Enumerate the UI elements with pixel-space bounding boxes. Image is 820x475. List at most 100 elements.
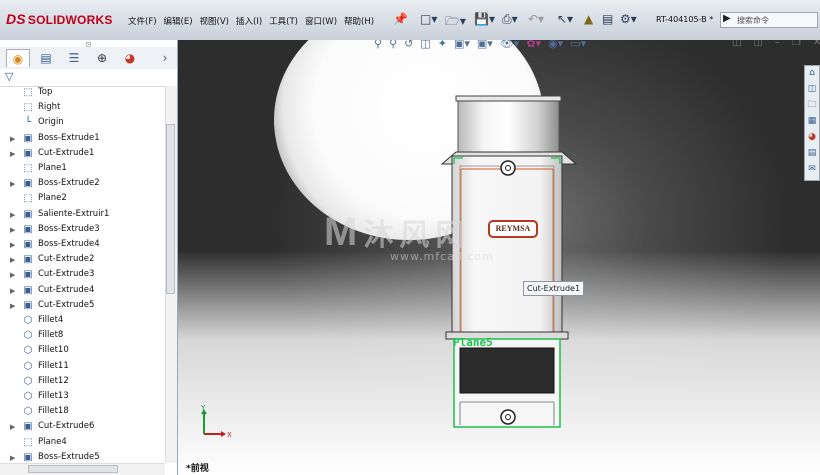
tree-item[interactable]: ▶ ▣ Boss-Extrude5 (0, 451, 165, 463)
watermark-main: 沐风网 (363, 218, 472, 253)
top-cylinder[interactable] (457, 97, 560, 155)
menu-file[interactable]: 文件(F) (128, 15, 157, 29)
plane-icon: ⬚ (23, 193, 33, 205)
chevron-right-icon[interactable]: › (158, 49, 172, 67)
tree-horizontal-scroll-thumb[interactable] (28, 465, 118, 473)
select-arrow-icon[interactable]: ↖▾ (557, 12, 573, 28)
traffic-light-icon[interactable]: ▲ (584, 12, 593, 28)
menu-help[interactable]: 帮助(H) (344, 15, 374, 29)
ds-logo-mark: DS (6, 11, 26, 27)
tab-dimxpert-manager[interactable]: ⊕ (90, 49, 114, 67)
feature-tree: ⬚ Top ⬚ Right └ Origin ▶ ▣ Boss-Extrude1 ▶ ▣ Cut-Ex… (0, 86, 165, 463)
tab-display-manager[interactable]: ◕ (118, 49, 142, 67)
tree-item[interactable]: ⬡ Fillet12 (0, 375, 165, 390)
fillet-icon: ⬡ (23, 345, 33, 357)
expand-arrow-icon[interactable]: ▶ (10, 302, 15, 310)
options-gear-icon[interactable]: ⚙▾ (620, 12, 637, 28)
search-commands-box[interactable]: ▶ 搜索命令 (720, 12, 818, 28)
dark-window[interactable] (459, 347, 555, 394)
fillet-icon: ⬡ (23, 375, 33, 387)
graphics-area[interactable]: ⚲ ⚲ ↺ ◫ ✦ ▣▾ ▣▾ 👁▾ ✿▾ ◉▾ ▭▾ ◫ ◫ – ❐ ✕ ⌂ … (178, 40, 820, 475)
fillet-icon: ⬡ (23, 406, 33, 418)
tree-item[interactable]: ⬡ Fillet11 (0, 360, 165, 375)
origin-icon: └ (24, 117, 32, 129)
tree-item-label: Fillet12 (38, 375, 69, 386)
tree-item[interactable]: ▶ ▣ Saliente-Extruir1 (0, 208, 165, 223)
expand-arrow-icon[interactable]: ▶ (10, 256, 15, 264)
watermark-url: www.mfcad.com (390, 250, 494, 263)
tree-item[interactable]: ⬚ Plane2 (0, 192, 165, 207)
tree-item-label: Fillet8 (38, 330, 64, 341)
expand-arrow-icon[interactable]: ▶ (10, 211, 15, 219)
tree-item[interactable]: ▶ ▣ Boss-Extrude2 (0, 177, 165, 192)
file-properties-icon[interactable]: ▤ (602, 12, 613, 28)
tree-item-label: Plane2 (38, 193, 67, 204)
feature-tooltip: Cut-Extrude1 (523, 281, 585, 296)
tree-item[interactable]: ⬚ Right (0, 101, 165, 116)
menu-insert[interactable]: 插入(I) (236, 15, 262, 29)
fillet-icon: ⬡ (23, 360, 33, 372)
tree-item[interactable]: ▶ ▣ Boss-Extrude3 (0, 223, 165, 238)
extrude-icon: ▣ (23, 451, 33, 463)
undo-icon[interactable]: ↶▾ (528, 12, 544, 28)
tree-item[interactable]: ⬡ Fillet8 (0, 329, 165, 344)
extrude-icon: ▣ (23, 254, 33, 266)
tree-item[interactable]: ▶ ▣ Boss-Extrude1 (0, 132, 165, 147)
plane-icon: ⬚ (23, 163, 33, 174)
tree-item[interactable]: ⬡ Fillet4 (0, 314, 165, 329)
part-model[interactable]: X Y (178, 40, 820, 475)
tree-item[interactable]: ⬚ Top (0, 86, 165, 101)
tree-item[interactable]: ▶ ▣ Cut-Extrude2 (0, 253, 165, 268)
expand-arrow-icon[interactable]: ▶ (10, 135, 15, 143)
expand-arrow-icon[interactable]: ▶ (10, 150, 15, 158)
tree-item[interactable]: ▶ ▣ Boss-Extrude4 (0, 238, 165, 253)
menu-window[interactable]: 窗口(W) (305, 15, 337, 29)
expand-arrow-icon[interactable]: ▶ (10, 226, 15, 234)
expand-arrow-icon[interactable]: ▶ (10, 241, 15, 249)
tree-item-label: Fillet13 (38, 391, 69, 401)
filter-funnel-icon[interactable]: ▽ (5, 70, 13, 83)
tree-item-label: Plane1 (38, 163, 67, 173)
menu-view[interactable]: 视图(V) (200, 15, 229, 29)
extrude-icon: ▣ (23, 208, 33, 220)
tree-item-label: Cut-Extrude3 (38, 269, 95, 280)
solidworks-logo[interactable]: DS SOLIDWORKS (6, 11, 114, 29)
tree-item[interactable]: ▶ ▣ Cut-Extrude1 (0, 147, 165, 162)
upper-bolt[interactable] (500, 160, 516, 176)
top-cylinder-rim[interactable] (455, 95, 562, 102)
tree-item[interactable]: ⬚ Plane1 (0, 162, 165, 177)
tree-item-label: Cut-Extrude1 (38, 147, 95, 158)
tree-item[interactable]: ⬡ Fillet13 (0, 390, 165, 405)
open-folder-icon[interactable]: 🗁▾ (445, 12, 466, 28)
extrude-icon: ▣ (23, 147, 33, 159)
plane-icon: ⬚ (23, 102, 33, 114)
tree-item[interactable]: ▶ ▣ Cut-Extrude3 (0, 268, 165, 283)
tree-vertical-scroll-thumb[interactable] (166, 124, 175, 294)
brand-label: REYMSA (488, 220, 538, 238)
expand-arrow-icon[interactable]: ▶ (10, 180, 15, 188)
tree-item[interactable]: ▶ ▣ Cut-Extrude6 (0, 420, 165, 435)
tree-item[interactable]: └ Origin (0, 116, 165, 131)
tab-configuration-manager[interactable]: ☰ (62, 49, 86, 67)
tree-item[interactable]: ▶ ▣ Cut-Extrude5 (0, 299, 165, 314)
pin-icon[interactable]: 📌 (393, 12, 408, 28)
expand-arrow-icon[interactable]: ▶ (10, 454, 15, 462)
lower-bolt[interactable] (500, 409, 516, 425)
tree-item[interactable]: ⬚ Plane4 (0, 436, 165, 451)
tree-item-label: Cut-Extrude4 (38, 284, 95, 295)
tree-item[interactable]: ▶ ▣ Cut-Extrude4 (0, 284, 165, 299)
menu-edit[interactable]: 编辑(E) (164, 15, 193, 29)
expand-arrow-icon[interactable]: ▶ (10, 271, 15, 279)
tree-item[interactable]: ⬡ Fillet18 (0, 405, 165, 420)
tree-item-label: Fillet11 (38, 360, 69, 371)
tab-feature-manager[interactable]: ◉ (6, 49, 30, 67)
new-document-icon[interactable]: □▾ (420, 12, 437, 28)
tree-item[interactable]: ⬡ Fillet10 (0, 344, 165, 359)
tree-item-label: Top (38, 87, 53, 97)
print-icon[interactable]: ⎙▾ (502, 12, 518, 28)
expand-arrow-icon[interactable]: ▶ (10, 287, 15, 295)
save-icon[interactable]: 💾▾ (474, 12, 495, 28)
tab-property-manager[interactable]: ▤ (34, 49, 58, 67)
menu-tools[interactable]: 工具(T) (269, 15, 298, 29)
expand-arrow-icon[interactable]: ▶ (10, 423, 15, 431)
